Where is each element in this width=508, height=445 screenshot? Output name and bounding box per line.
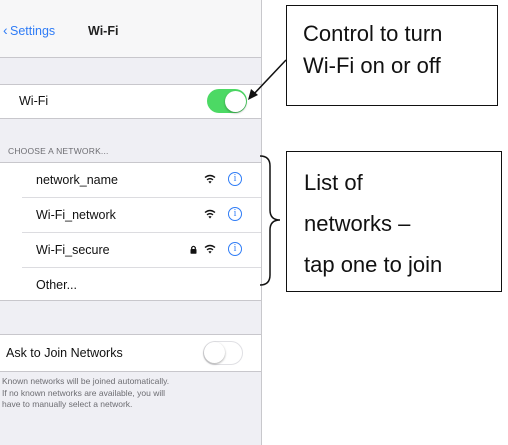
list-brace [259,155,281,286]
callout-arrow [251,59,287,97]
callout-connectors [248,59,287,286]
